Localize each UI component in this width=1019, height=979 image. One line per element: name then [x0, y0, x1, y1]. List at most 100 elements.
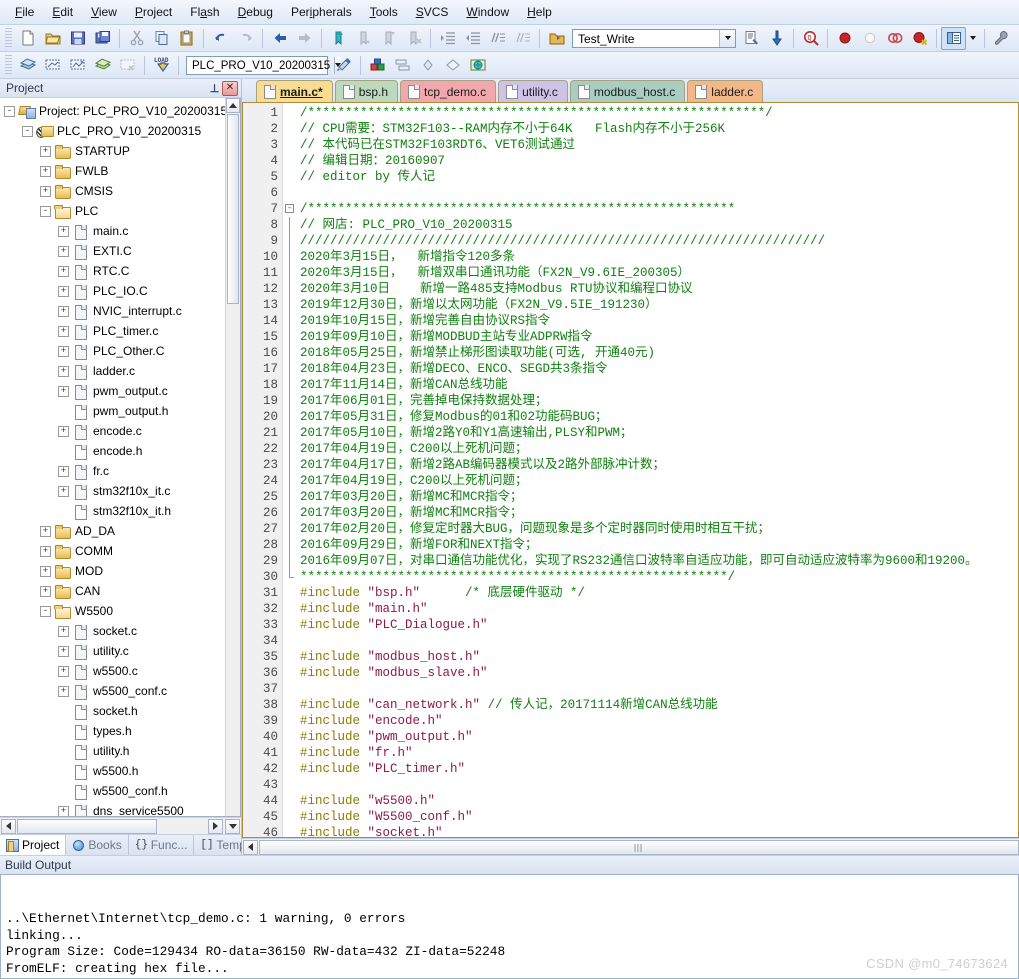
- build-icon[interactable]: [40, 54, 65, 77]
- expand-icon[interactable]: +: [58, 385, 69, 397]
- stop-build-icon[interactable]: [115, 54, 140, 77]
- toolbar-grip[interactable]: [5, 28, 12, 48]
- tree-node-ad_da[interactable]: + AD_DA: [0, 521, 225, 541]
- expand-icon[interactable]: +: [58, 465, 69, 477]
- code-line[interactable]: #include "main.h": [296, 601, 1018, 617]
- source-browse-icon[interactable]: [415, 54, 440, 77]
- configuration-wizard-icon[interactable]: [989, 27, 1014, 50]
- expand-icon[interactable]: +: [58, 345, 69, 357]
- code-line[interactable]: 2018年04月23日，新增DECO、ENCO、SEGD共3条指令: [296, 361, 1018, 377]
- breakpoint-kill-all-icon[interactable]: [907, 27, 932, 50]
- tree-node-fr.c[interactable]: + fr.c: [0, 461, 225, 481]
- code-line[interactable]: /***************************************…: [296, 105, 1018, 121]
- tree-node-w5500_conf.h[interactable]: w5500_conf.h: [0, 781, 225, 801]
- pin-icon[interactable]: ⊥: [207, 81, 222, 96]
- expand-icon[interactable]: +: [58, 425, 69, 437]
- target-options-icon[interactable]: [544, 27, 569, 50]
- scroll-up-button[interactable]: [226, 98, 240, 113]
- tree-node-w5500_conf.c[interactable]: + w5500_conf.c: [0, 681, 225, 701]
- expand-icon[interactable]: +: [40, 545, 51, 557]
- expand-icon[interactable]: +: [58, 305, 69, 317]
- tree-node-w5500.h[interactable]: w5500.h: [0, 761, 225, 781]
- code-line[interactable]: // 网店: PLC_PRO_V10_20200315: [296, 217, 1018, 233]
- tree-node-utility.h[interactable]: utility.h: [0, 741, 225, 761]
- code-line[interactable]: 2016年09月29日，新增FOR和NEXT指令；: [296, 537, 1018, 553]
- tree-node-socket.h[interactable]: socket.h: [0, 701, 225, 721]
- tree-node-w5500[interactable]: - W5500: [0, 601, 225, 621]
- code-line[interactable]: 2017年11月14日，新增CAN总线功能: [296, 377, 1018, 393]
- indent-icon[interactable]: [435, 27, 460, 50]
- uncomment-icon[interactable]: [510, 27, 535, 50]
- code-line[interactable]: 2017年05月10日，新增2路Y0和Y1高速输出,PLSY和PWM；: [296, 425, 1018, 441]
- menu-item-help[interactable]: Help: [518, 2, 561, 22]
- bookmark-prev-icon[interactable]: [351, 27, 376, 50]
- tree-node-plc_timer.c[interactable]: + PLC_timer.c: [0, 321, 225, 341]
- tree-node-rtc.c[interactable]: + RTC.C: [0, 261, 225, 281]
- code-line[interactable]: #include "W5500_conf.h": [296, 809, 1018, 825]
- scroll-dropdown-button[interactable]: [225, 818, 240, 834]
- tree-node-stm32f10x_it.h[interactable]: stm32f10x_it.h: [0, 501, 225, 521]
- expand-icon[interactable]: +: [58, 265, 69, 277]
- code-line[interactable]: 2017年02月20日，修复定时器大BUG，问题现象是多个定时器同时使用时相互干…: [296, 521, 1018, 537]
- manage-project-items-icon[interactable]: [365, 54, 390, 77]
- code-line[interactable]: #include "fr.h": [296, 745, 1018, 761]
- save-all-icon[interactable]: [90, 27, 115, 50]
- menu-item-window[interactable]: Window: [457, 2, 518, 22]
- code-line[interactable]: [296, 777, 1018, 793]
- expand-icon[interactable]: +: [58, 245, 69, 257]
- tree-node-startup[interactable]: + STARTUP: [0, 141, 225, 161]
- tree-node-plc_io.c[interactable]: + PLC_IO.C: [0, 281, 225, 301]
- code-line[interactable]: [296, 681, 1018, 697]
- expand-icon[interactable]: +: [40, 185, 51, 197]
- editor-tab-tcp_demo.c[interactable]: tcp_demo.c: [400, 80, 497, 102]
- tree-horizontal-scrollbar[interactable]: [0, 817, 241, 834]
- code-line[interactable]: // 编辑日期：20160907: [296, 153, 1018, 169]
- menu-item-peripherals[interactable]: Peripherals: [282, 2, 361, 22]
- code-line[interactable]: #include "socket.h": [296, 825, 1018, 837]
- code-line[interactable]: 2017年06月01日，完善掉电保持数据处理；: [296, 393, 1018, 409]
- code-line[interactable]: 2018年05月25日，新增禁止梯形图读取功能(可选, 开通40元): [296, 345, 1018, 361]
- manage-rte-icon[interactable]: [465, 54, 490, 77]
- target-combo-arrow[interactable]: [719, 29, 735, 47]
- expand-icon[interactable]: +: [58, 325, 69, 337]
- tree-node-exti.c[interactable]: + EXTI.C: [0, 241, 225, 261]
- save-icon[interactable]: [65, 27, 90, 50]
- bookmark-toggle-icon[interactable]: [326, 27, 351, 50]
- tree-node-fwlb[interactable]: + FWLB: [0, 161, 225, 181]
- download-icon[interactable]: LOAD: [149, 54, 174, 77]
- breakpoint-disable-all-icon[interactable]: [882, 27, 907, 50]
- expand-icon[interactable]: +: [58, 225, 69, 237]
- editor-tab-utility.c[interactable]: utility.c: [498, 80, 568, 102]
- code-line[interactable]: /***************************************…: [296, 201, 1018, 217]
- tree-node-plc_other.c[interactable]: + PLC_Other.C: [0, 341, 225, 361]
- breakpoint-disable-icon[interactable]: [857, 27, 882, 50]
- tree-vertical-scrollbar[interactable]: [225, 98, 240, 816]
- outdent-icon[interactable]: [460, 27, 485, 50]
- code-line[interactable]: ****************************************…: [296, 569, 1018, 585]
- code-line[interactable]: // CPU需要：STM32F103--RAM内存不小于64K Flash内存不…: [296, 121, 1018, 137]
- code-line[interactable]: // editor by 传人记: [296, 169, 1018, 185]
- build-toolbar-grip[interactable]: [5, 55, 12, 75]
- tree-node-can[interactable]: + CAN: [0, 581, 225, 601]
- editor-tab-ladder.c[interactable]: ladder.c: [687, 80, 764, 102]
- menu-item-debug[interactable]: Debug: [229, 2, 282, 22]
- tree-node-comm[interactable]: + COMM: [0, 541, 225, 561]
- menu-item-edit[interactable]: Edit: [43, 2, 82, 22]
- expand-icon[interactable]: +: [40, 585, 51, 597]
- expand-icon[interactable]: +: [58, 625, 69, 637]
- editor-horizontal-scrollbar[interactable]: [242, 838, 1019, 855]
- build-output-text[interactable]: ..\Ethernet\Internet\tcp_demo.c: 1 warni…: [0, 874, 1019, 979]
- close-icon[interactable]: ✕: [222, 80, 238, 96]
- expand-icon[interactable]: +: [58, 365, 69, 377]
- code-line[interactable]: #include "bsp.h" /* 底层硬件驱动 */: [296, 585, 1018, 601]
- tree-node-socket.c[interactable]: + socket.c: [0, 621, 225, 641]
- translate-icon[interactable]: [15, 54, 40, 77]
- open-file-icon[interactable]: [40, 27, 65, 50]
- code-line[interactable]: 2020年3月10日 新增一路485支持Modbus RTU协议和编程口协议: [296, 281, 1018, 297]
- collapse-icon[interactable]: -: [40, 205, 51, 217]
- tree-node-types.h[interactable]: types.h: [0, 721, 225, 741]
- fold-marker[interactable]: -: [283, 201, 296, 217]
- code-line[interactable]: 2019年12月30日，新增以太网功能（FX2N_V9.5IE_191230）: [296, 297, 1018, 313]
- batch-build-icon[interactable]: [90, 54, 115, 77]
- tree-node-plc[interactable]: - PLC: [0, 201, 225, 221]
